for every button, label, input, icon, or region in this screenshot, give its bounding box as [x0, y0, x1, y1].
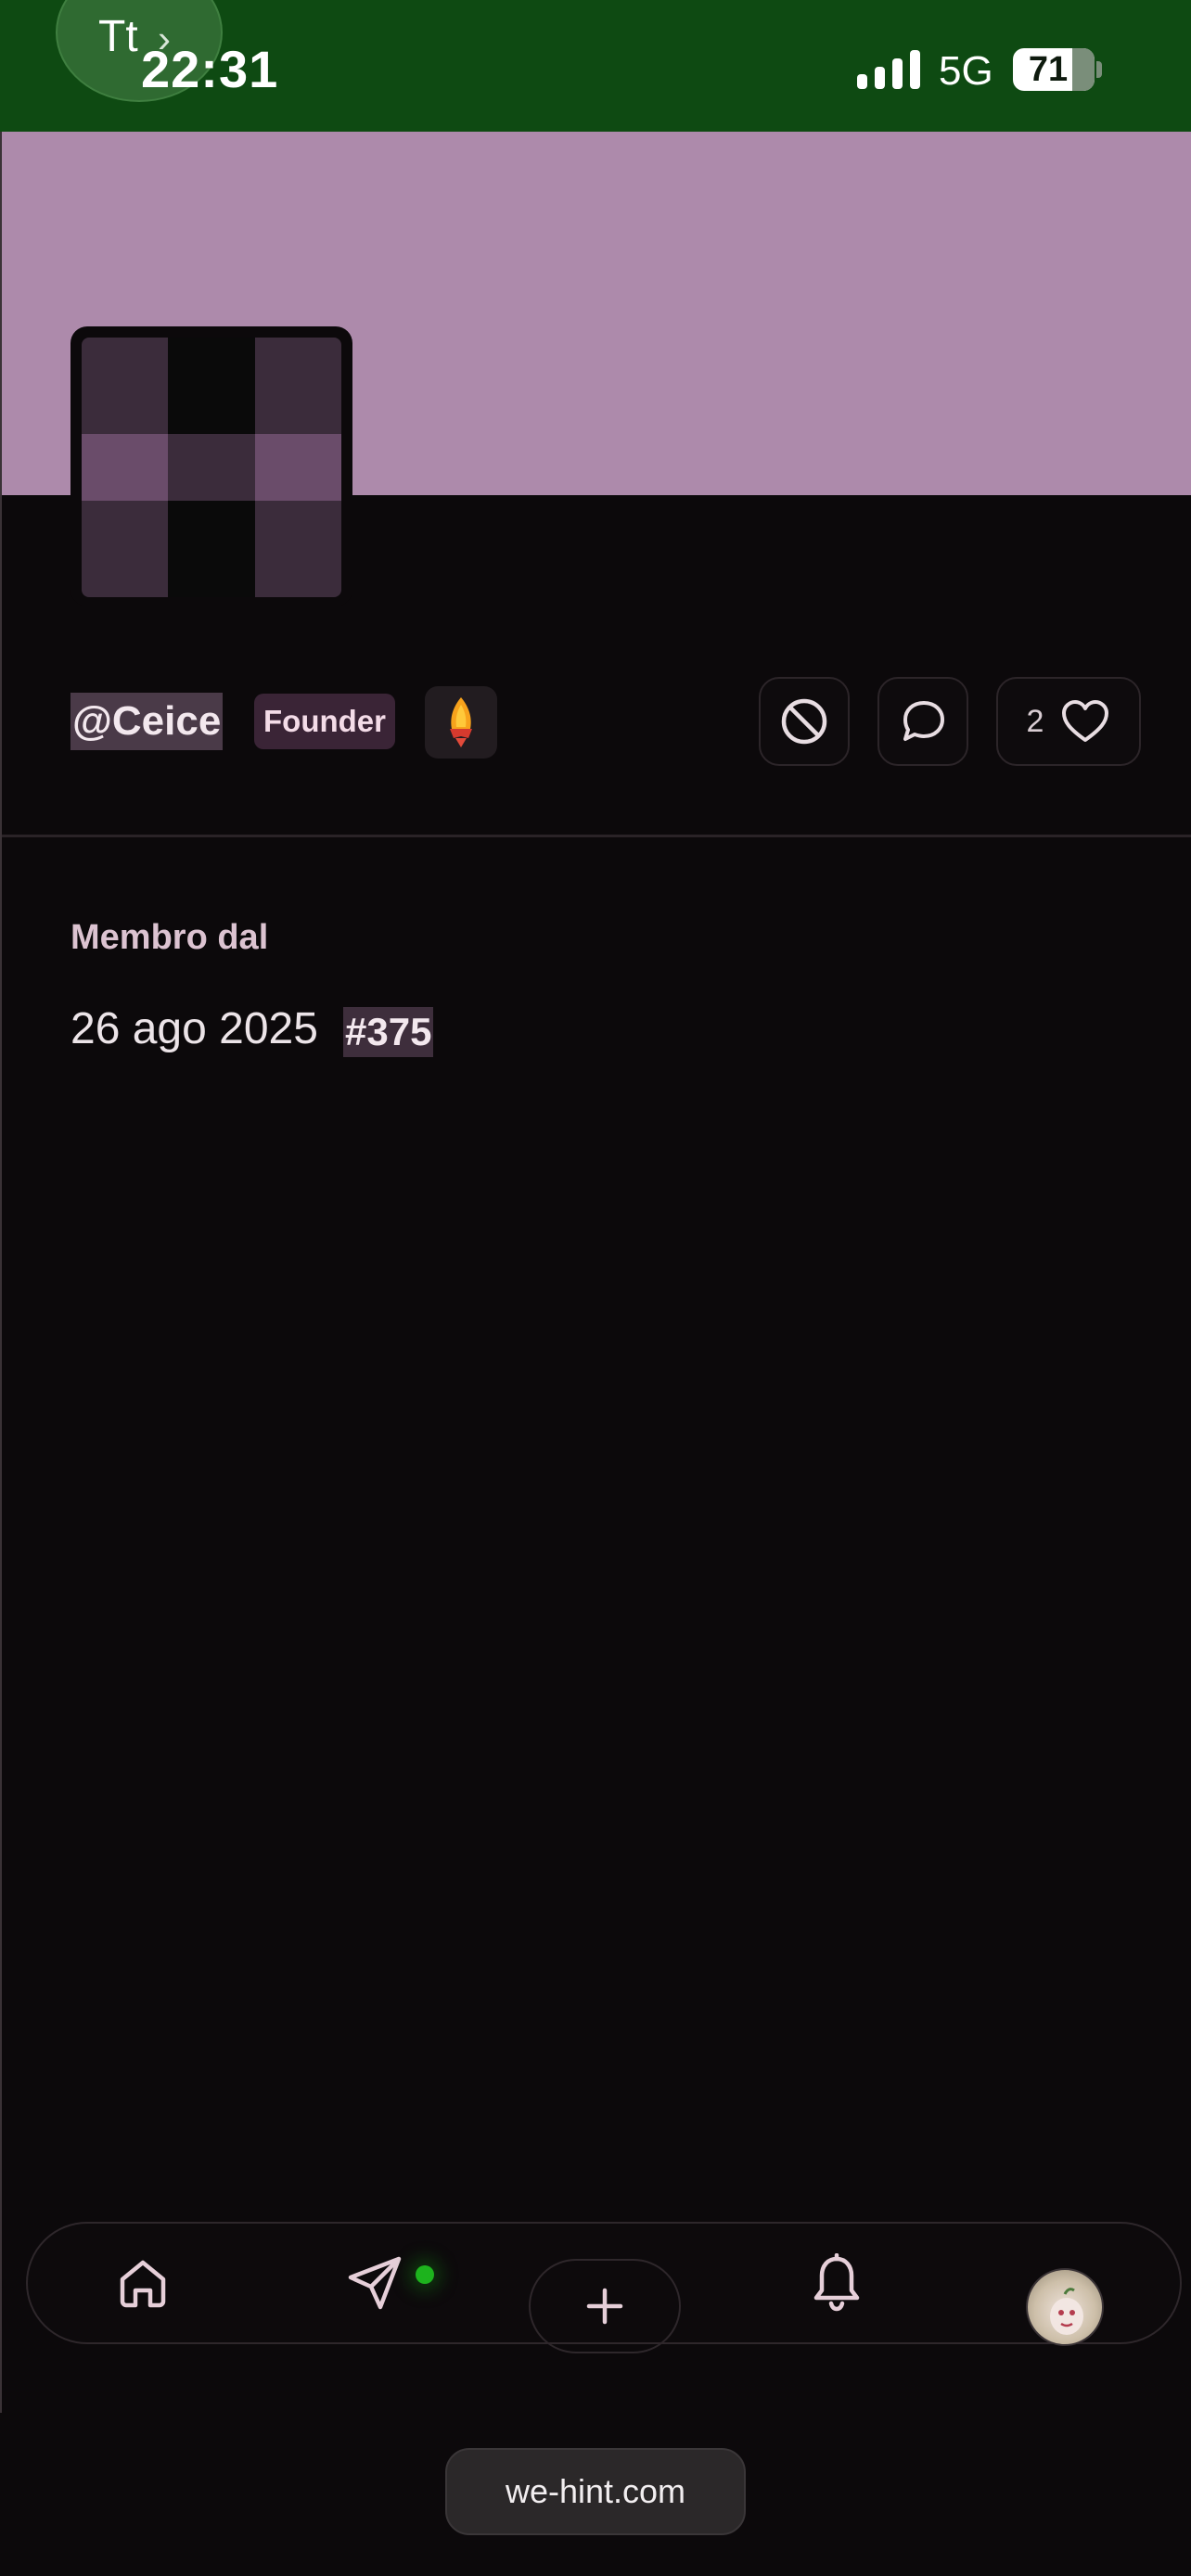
plus-icon — [586, 2288, 623, 2325]
avatar-pixel — [254, 338, 341, 434]
chat-bubble-icon — [903, 701, 944, 741]
avatar-pixel — [82, 338, 169, 434]
network-label: 5G — [939, 48, 993, 94]
bell-icon — [813, 2253, 860, 2312]
avatar-pixel — [82, 501, 169, 597]
nav-create[interactable] — [529, 2259, 681, 2353]
send-icon — [348, 2256, 402, 2310]
member-number: #375 — [343, 1007, 434, 1057]
avatar-pixel — [82, 434, 169, 501]
avatar-pixel — [254, 434, 341, 501]
nav-home[interactable] — [109, 2250, 176, 2316]
signal-icon — [857, 50, 920, 89]
avatar-pixel — [168, 338, 255, 434]
browser-url-bar[interactable]: we-hint.com — [445, 2448, 746, 2535]
avatar-pixel — [168, 434, 255, 501]
member-since-label: Membro dal — [70, 918, 269, 957]
avatar — [1050, 2288, 1083, 2335]
clock: 22:31 — [141, 40, 279, 98]
message-button[interactable] — [877, 677, 968, 766]
nav-messages[interactable] — [341, 2250, 408, 2316]
username: @Ceice — [70, 693, 224, 750]
rocket-badge — [425, 686, 497, 759]
block-button[interactable] — [759, 677, 850, 766]
block-icon — [781, 698, 827, 745]
like-button[interactable]: 2 — [996, 677, 1141, 766]
nav-notifications[interactable] — [803, 2250, 870, 2316]
divider — [2, 835, 1191, 837]
like-count: 2 — [1026, 703, 1044, 739]
rocket-icon — [450, 697, 472, 747]
translate-label: Tt — [98, 12, 138, 61]
home-icon — [120, 2260, 166, 2308]
member-since-date: 26 ago 2025 — [70, 1004, 318, 1053]
nav-profile-avatar[interactable] — [1026, 2268, 1104, 2346]
battery-level: 71 — [1028, 50, 1069, 89]
avatar-pixel — [168, 501, 255, 597]
avatar-pixel — [254, 501, 341, 597]
heart-icon — [1062, 700, 1109, 742]
avatar-pixel-grid — [82, 338, 341, 597]
profile-avatar[interactable] — [70, 326, 352, 606]
battery-nub — [1096, 61, 1102, 78]
online-indicator — [416, 2265, 434, 2284]
founder-badge: Founder — [254, 694, 395, 749]
battery-icon: 71 — [1013, 48, 1095, 91]
